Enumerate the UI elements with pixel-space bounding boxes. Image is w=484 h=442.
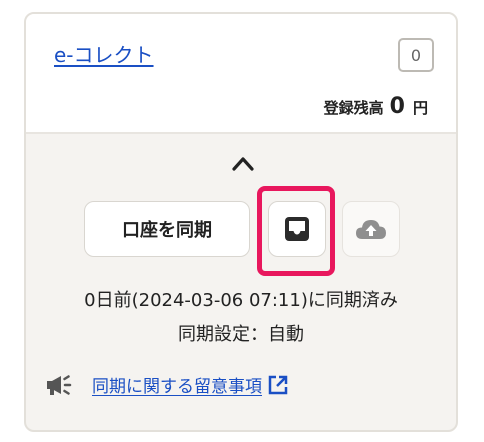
- balance-row: 登録残高 0 円: [324, 94, 428, 119]
- upload-button[interactable]: [342, 201, 400, 257]
- balance-unit: 円: [412, 99, 428, 117]
- count-badge: 0: [398, 38, 434, 72]
- card-header: e-コレクト 0 登録残高 0 円: [26, 14, 456, 134]
- inbox-button[interactable]: [268, 201, 326, 257]
- megaphone-icon: [47, 374, 72, 395]
- sync-setting-text: 同期設定：自動: [178, 324, 304, 345]
- account-card: e-コレクト 0 登録残高 0 円 口座を同期 0日前(2024-03-06 0…: [24, 12, 458, 432]
- sync-notice-link[interactable]: 同期に関する留意事項: [92, 372, 262, 397]
- chevron-up-icon[interactable]: [231, 154, 255, 172]
- inbox-icon: [285, 217, 309, 241]
- balance-value: 0: [389, 94, 405, 119]
- cloud-upload-icon: [356, 220, 386, 239]
- service-name-link[interactable]: e-コレクト: [54, 39, 154, 68]
- notice-row: 同期に関する留意事項: [44, 372, 290, 397]
- external-link-icon[interactable]: [266, 373, 290, 397]
- balance-label: 登録残高: [323, 99, 384, 117]
- sync-account-button[interactable]: 口座を同期: [84, 201, 250, 257]
- sync-status-text: 0日前(2024-03-06 07:11)に同期済み: [84, 290, 398, 311]
